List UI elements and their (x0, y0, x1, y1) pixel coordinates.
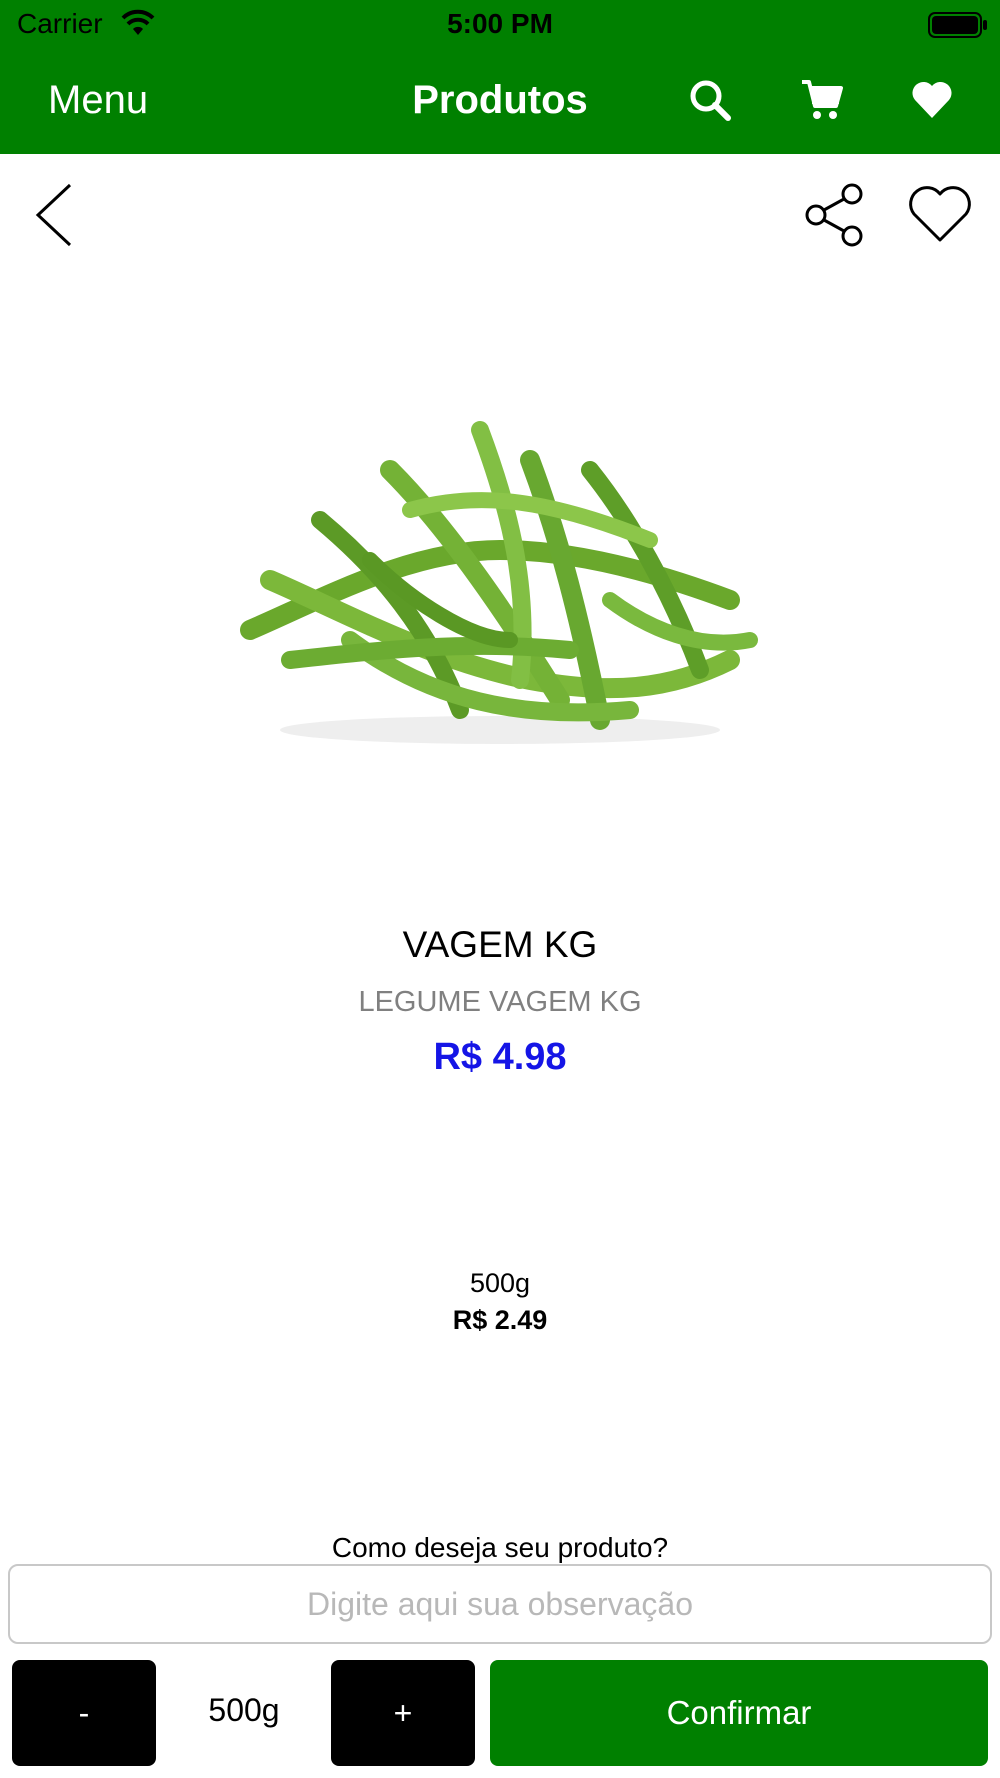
battery-icon (928, 12, 988, 43)
confirm-button[interactable]: Confirmar (490, 1660, 988, 1766)
page-title: Produtos (412, 78, 588, 122)
back-chevron-icon[interactable] (34, 182, 74, 253)
unit-price: R$ 2.49 (452, 1305, 548, 1335)
heart-icon[interactable] (910, 78, 954, 122)
product-description: LEGUME VAGEM KG (358, 986, 642, 1018)
observation-input[interactable] (8, 1564, 992, 1644)
decrement-button[interactable]: - (12, 1660, 156, 1766)
search-icon[interactable] (688, 78, 732, 122)
product-name: VAGEM KG (402, 924, 598, 965)
product-image (230, 400, 770, 760)
share-icon[interactable] (804, 182, 866, 253)
unit-weight: 500g (469, 1268, 531, 1298)
favorite-heart-icon[interactable] (906, 184, 974, 249)
quantity-value: 500g (208, 1692, 280, 1728)
status-time: 5:00 PM (447, 8, 553, 39)
observation-label: Como deseja seu produto? (331, 1532, 669, 1563)
top-bar: Carrier 5:00 PM Menu Produtos (0, 0, 1000, 154)
cart-icon[interactable] (800, 78, 844, 122)
increment-button[interactable]: + (331, 1660, 475, 1766)
product-price: R$ 4.98 (433, 1036, 567, 1078)
